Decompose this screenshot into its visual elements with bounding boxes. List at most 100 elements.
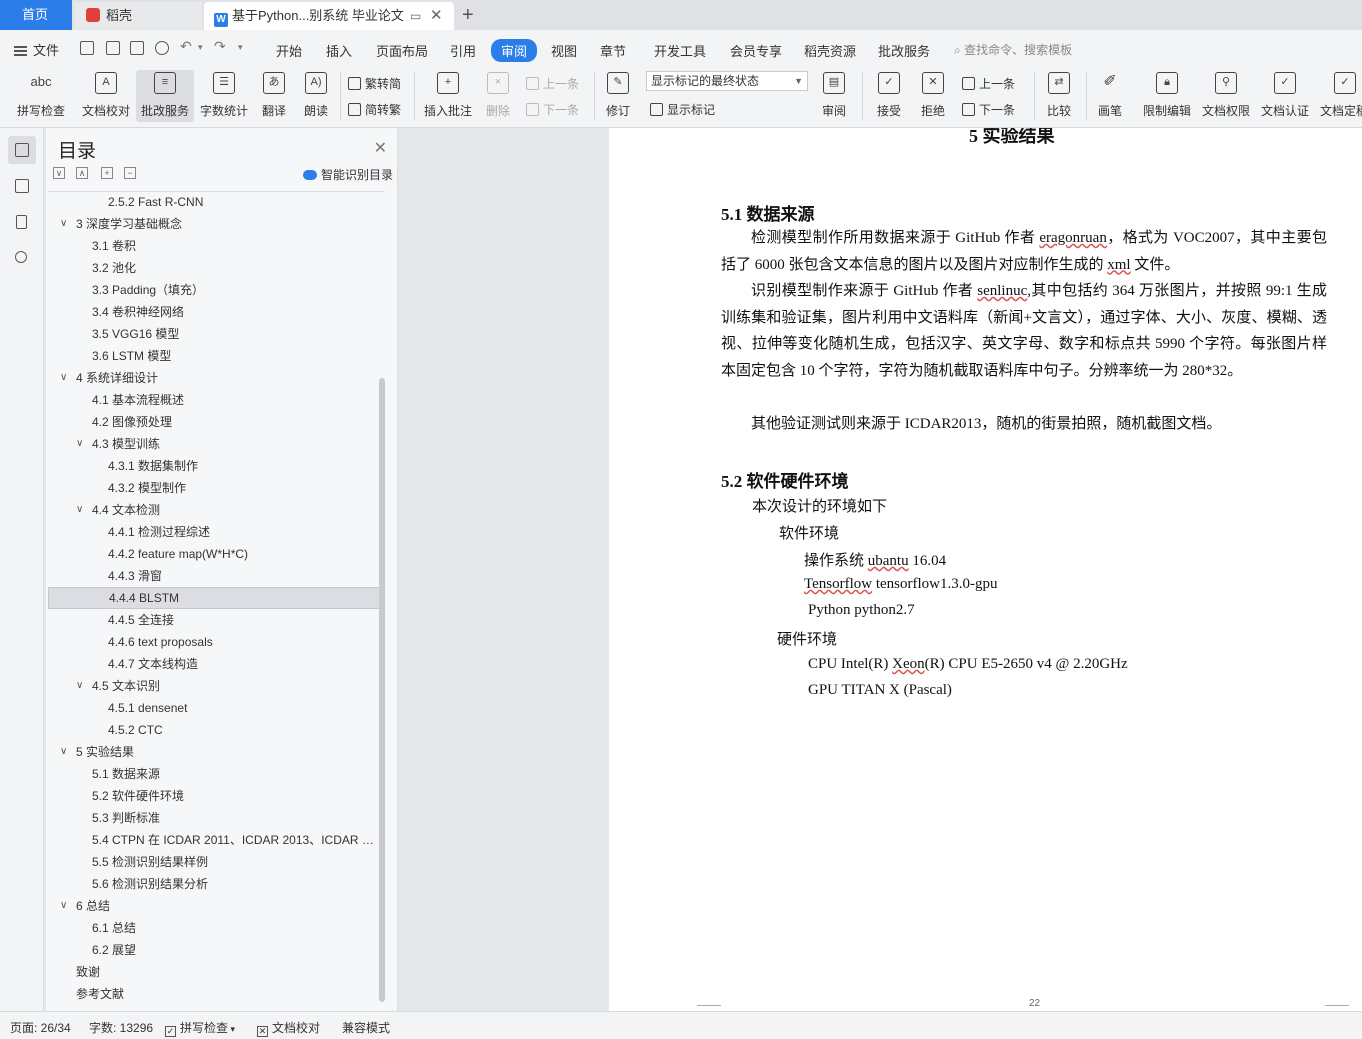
menu-sections[interactable]: 章节 bbox=[600, 41, 626, 60]
toc-item[interactable]: 4.3.1 数据集制作 bbox=[48, 455, 380, 477]
toc-item[interactable]: ∨ 4 系统详细设计 bbox=[48, 367, 380, 389]
command-search[interactable]: ⌕ 查找命令、搜索模板 bbox=[954, 41, 1072, 58]
toc-item[interactable]: 4.5.2 CTC bbox=[48, 719, 380, 741]
find-button[interactable] bbox=[8, 244, 36, 272]
toc-item[interactable]: 2.5.2 Fast R-CNN bbox=[48, 191, 380, 213]
toc-item[interactable]: 4.4.4 BLSTM bbox=[48, 587, 380, 609]
menu-page-layout[interactable]: 页面布局 bbox=[376, 41, 428, 60]
review-pane-button[interactable]: ▤ 审阅 bbox=[814, 70, 854, 122]
toc-item[interactable]: ∨ 4.5 文本识别 bbox=[48, 675, 380, 697]
menu-view[interactable]: 视图 bbox=[551, 41, 577, 60]
toc-item[interactable]: 4.4.5 全连接 bbox=[48, 609, 380, 631]
simp-to-trad-button[interactable]: 简转繁 bbox=[348, 101, 401, 118]
toc-item[interactable]: 4.4.7 文本线构造 bbox=[48, 653, 380, 675]
chevron-down-icon[interactable]: ∨ bbox=[60, 741, 67, 763]
delete-comment-button[interactable]: × 删除 bbox=[480, 70, 516, 122]
ink-button[interactable]: ✐ 画笔 bbox=[1092, 70, 1128, 122]
toc-item[interactable]: 3.6 LSTM 模型 bbox=[48, 345, 380, 367]
prev-comment-button[interactable]: 上一条 bbox=[526, 75, 579, 92]
toc-item[interactable]: 4.4.2 feature map(W*H*C) bbox=[48, 543, 380, 565]
track-changes-button[interactable]: ✎ 修订 bbox=[600, 70, 636, 122]
close-icon[interactable]: ✕ bbox=[374, 138, 387, 158]
expand-all-icon[interactable]: ∨ bbox=[53, 167, 65, 179]
chevron-down-icon[interactable]: ∨ bbox=[76, 499, 83, 521]
toc-item[interactable]: ∨ 4.4 文本检测 bbox=[48, 499, 380, 521]
accept-button[interactable]: ✓ 接受 bbox=[870, 70, 908, 122]
toc-pane-button[interactable] bbox=[8, 136, 36, 164]
toc-item[interactable]: 4.3.2 模型制作 bbox=[48, 477, 380, 499]
correction-service-button[interactable]: ≡ 批改服务 bbox=[136, 70, 194, 122]
toc-item[interactable]: 5.5 检测识别结果样例 bbox=[48, 851, 380, 873]
add-heading-icon[interactable]: + bbox=[101, 167, 113, 179]
new-tab-button[interactable]: + bbox=[462, 3, 474, 27]
menu-start[interactable]: 开始 bbox=[276, 41, 302, 60]
save-icon[interactable] bbox=[80, 41, 94, 55]
toc-item[interactable]: 4.5.1 densenet bbox=[48, 697, 380, 719]
toc-item[interactable]: ∨ 5 实验结果 bbox=[48, 741, 380, 763]
toc-item[interactable]: ∨ 6 总结 bbox=[48, 895, 380, 917]
status-spell-check[interactable]: ✓ 拼写检查 ▾ bbox=[165, 1019, 235, 1037]
next-comment-button[interactable]: 下一条 bbox=[526, 101, 579, 118]
compare-button[interactable]: ⇄ 比较 bbox=[1040, 70, 1078, 122]
toc-item[interactable]: 6.1 总结 bbox=[48, 917, 380, 939]
file-menu[interactable]: 文件 bbox=[14, 40, 59, 59]
toc-item[interactable]: 致谢 bbox=[48, 961, 380, 983]
toc-item[interactable]: 5.1 数据来源 bbox=[48, 763, 380, 785]
toc-item[interactable]: 4.4.6 text proposals bbox=[48, 631, 380, 653]
toc-item[interactable]: 5.3 判断标准 bbox=[48, 807, 380, 829]
read-aloud-button[interactable]: A) 朗读 bbox=[298, 70, 334, 122]
toc-item[interactable]: 4.1 基本流程概述 bbox=[48, 389, 380, 411]
toc-item[interactable]: 3.5 VGG16 模型 bbox=[48, 323, 380, 345]
collapse-all-icon[interactable]: ∧ bbox=[76, 167, 88, 179]
toc-item[interactable]: 3.4 卷积神经网络 bbox=[48, 301, 380, 323]
prev-change-button[interactable]: 上一条 bbox=[962, 75, 1015, 92]
chevron-down-icon[interactable]: ∨ bbox=[60, 895, 67, 917]
print-preview-icon[interactable] bbox=[155, 41, 169, 55]
trad-to-simp-button[interactable]: 繁转简 bbox=[348, 75, 401, 92]
redo-icon[interactable]: ↷ bbox=[214, 38, 226, 55]
quick-access-dropdown-icon[interactable]: ▾ bbox=[238, 42, 243, 53]
menu-developer[interactable]: 开发工具 bbox=[654, 41, 706, 60]
doc-certify-button[interactable]: ✓ 文档认证 bbox=[1258, 70, 1312, 122]
toc-item[interactable]: 4.4.3 滑窗 bbox=[48, 565, 380, 587]
undo-dropdown-icon[interactable]: ▾ bbox=[198, 42, 203, 53]
insert-comment-button[interactable]: + 插入批注 bbox=[422, 70, 474, 122]
page-indicator[interactable]: 页面: 26/34 bbox=[10, 1019, 71, 1036]
bookmark-button[interactable] bbox=[8, 208, 36, 236]
doc-proofread-button[interactable]: A 文档校对 bbox=[78, 70, 134, 122]
tab-daoke[interactable]: 稻壳 bbox=[74, 2, 202, 30]
toc-scrollbar[interactable] bbox=[379, 378, 385, 1002]
word-count-button[interactable]: ☰ 字数统计 bbox=[198, 70, 250, 122]
toc-item[interactable]: 6.2 展望 bbox=[48, 939, 380, 961]
toc-item[interactable]: 参考文献 bbox=[48, 983, 380, 1005]
undo-icon[interactable]: ↶ bbox=[180, 38, 192, 55]
translate-button[interactable]: あ翻译 bbox=[256, 70, 292, 122]
document-page[interactable]: 5 实验结果 5.1 数据来源 检测模型制作所用数据来源于 GitHub 作者 … bbox=[609, 128, 1362, 1011]
menu-review[interactable]: 审阅 bbox=[491, 39, 538, 62]
menu-insert[interactable]: 插入 bbox=[326, 41, 352, 60]
toc-item[interactable]: 5.2 软件硬件环境 bbox=[48, 785, 380, 807]
toc-item[interactable]: 3.1 卷积 bbox=[48, 235, 380, 257]
export-pdf-icon[interactable] bbox=[106, 41, 120, 55]
print-icon[interactable] bbox=[130, 41, 144, 55]
menu-member[interactable]: 会员专享 bbox=[730, 41, 782, 60]
chapter-nav-button[interactable] bbox=[8, 172, 36, 200]
toc-item[interactable]: 5.6 检测识别结果分析 bbox=[48, 873, 380, 895]
tab-document[interactable]: W 基于Python...别系统 毕业论文 ▭ ✕ bbox=[204, 2, 454, 30]
word-count-indicator[interactable]: 字数: 13296 bbox=[89, 1019, 153, 1036]
toc-item[interactable]: 3.3 Padding（填充） bbox=[48, 279, 380, 301]
toc-item[interactable]: 5.4 CTPN 在 ICDAR 2011、ICDAR 2013、ICDAR 2… bbox=[48, 829, 380, 851]
close-tab-icon[interactable]: ✕ bbox=[430, 2, 443, 30]
menu-references[interactable]: 引用 bbox=[450, 41, 476, 60]
toc-item[interactable]: ∨ 4.3 模型训练 bbox=[48, 433, 380, 455]
spell-check-button[interactable]: abc 拼写检查 bbox=[10, 70, 72, 122]
tab-home[interactable]: 首页 bbox=[0, 0, 72, 30]
doc-final-button[interactable]: ✓ 文档定稿 bbox=[1320, 70, 1362, 122]
toc-item[interactable]: 4.2 图像预处理 bbox=[48, 411, 380, 433]
toc-item[interactable]: 3.2 池化 bbox=[48, 257, 380, 279]
status-doc-proofread[interactable]: ✕ 文档校对 bbox=[257, 1019, 320, 1037]
reject-button[interactable]: ✕ 拒绝 bbox=[914, 70, 952, 122]
smart-toc-button[interactable]: 智能识别目录 bbox=[302, 166, 393, 183]
toc-item[interactable]: 4.4.1 检测过程综述 bbox=[48, 521, 380, 543]
pin-icon[interactable]: ▭ bbox=[410, 2, 421, 30]
